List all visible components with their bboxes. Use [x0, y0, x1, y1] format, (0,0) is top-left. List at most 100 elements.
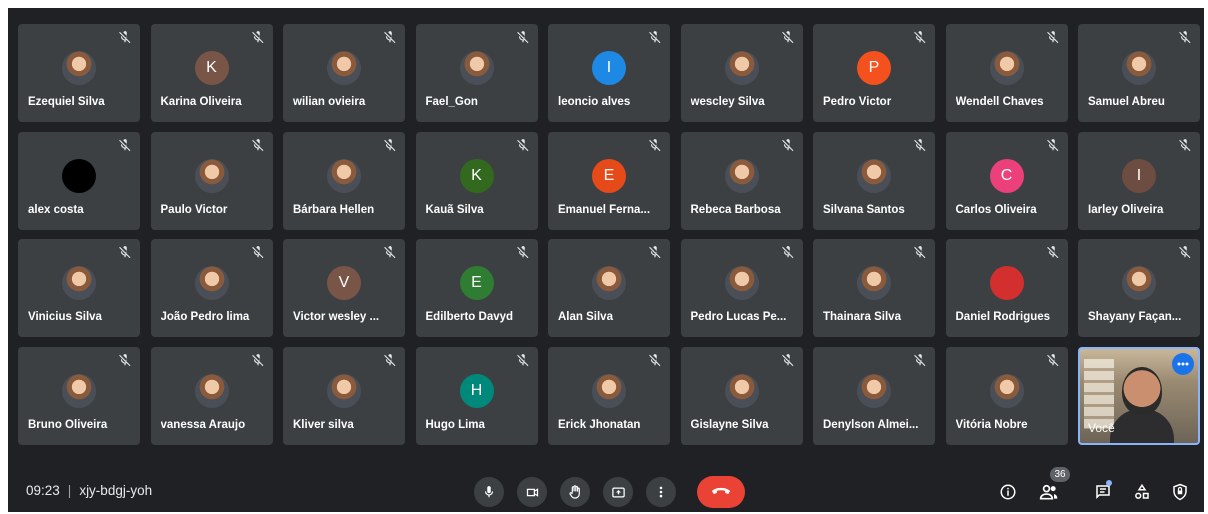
mic-off-icon: [1178, 138, 1192, 152]
participant-tile[interactable]: C Carlos Oliveira: [945, 131, 1068, 230]
mic-off-icon: [383, 30, 397, 44]
mic-off-icon: [1046, 138, 1060, 152]
mic-off-icon: [1046, 353, 1060, 367]
avatar: K: [194, 51, 229, 85]
participant-tile[interactable]: Bruno Oliveira: [18, 346, 140, 445]
participant-tile[interactable]: V Victor wesley ...: [283, 239, 405, 337]
participant-tile[interactable]: Paulo Victor: [150, 131, 273, 230]
participant-tile[interactable]: I Iarley Oliveira: [1078, 131, 1200, 230]
participant-tile[interactable]: vanessa Araujo: [150, 346, 273, 445]
avatar: [62, 373, 96, 408]
participant-name: Emanuel Ferna...: [558, 203, 651, 216]
mic-off-icon: [781, 245, 795, 259]
participant-name: Thainara Silva: [823, 311, 901, 323]
participant-name: Silvana Santos: [823, 203, 905, 216]
avatar: [194, 158, 229, 193]
mic-off-icon: [1046, 245, 1060, 259]
mic-off-icon: [251, 30, 265, 44]
participant-tile[interactable]: João Pedro lima: [150, 239, 273, 337]
mic-off-icon: [781, 138, 795, 152]
mic-off-icon: [251, 353, 265, 367]
info-button[interactable]: [996, 480, 1020, 504]
participant-tile[interactable]: Bárbara Hellen: [283, 131, 405, 230]
participant-tile[interactable]: Ezequiel Silva: [18, 24, 140, 122]
participant-name: Samuel Abreu: [1088, 96, 1165, 108]
participant-tile[interactable]: K Kauã Silva: [415, 131, 538, 230]
avatar: [592, 266, 626, 300]
raise-hand-button[interactable]: [560, 477, 590, 507]
more-options-button[interactable]: [646, 477, 676, 507]
more-options-icon: [1177, 362, 1189, 365]
participant-name: wilian ovieira: [293, 96, 366, 108]
participant-tile[interactable]: Vitória Nobre: [945, 346, 1068, 445]
participant-tile[interactable]: Kliver silva: [283, 346, 405, 445]
mic-off-icon: [781, 30, 795, 44]
participant-tile[interactable]: Ileoncio alves: [548, 24, 670, 122]
participant-name: Pedro Lucas Pe...: [690, 311, 787, 323]
avatar: [724, 51, 759, 85]
participant-tile[interactable]: Rebeca Barbosa: [680, 131, 803, 230]
avatar: P: [857, 51, 891, 85]
participant-tile[interactable]: Denylson Almei...: [813, 346, 935, 445]
avatar: I: [1122, 158, 1156, 193]
camera-button[interactable]: [517, 477, 547, 507]
mic-off-icon: [118, 245, 132, 259]
activities-button[interactable]: [1130, 480, 1154, 504]
participant-tile[interactable]: Samuel Abreu: [1078, 24, 1200, 122]
participant-name: alex costa: [28, 203, 84, 216]
present-button[interactable]: [603, 477, 633, 507]
avatar: [989, 266, 1024, 300]
mic-button[interactable]: [474, 477, 504, 507]
participant-tile[interactable]: alex costa: [18, 131, 140, 230]
participant-name: Shayany Façan...: [1088, 311, 1182, 323]
participant-tile[interactable]: E Edilberto Davyd: [415, 239, 538, 337]
meeting-time: 09:23: [26, 483, 60, 498]
participant-tile[interactable]: H Hugo Lima: [415, 346, 538, 445]
mic-off-icon: [1178, 245, 1192, 259]
mic-off-icon: [648, 353, 662, 367]
activities-icon: [1135, 483, 1149, 499]
avatar: [724, 158, 759, 193]
participant-tile[interactable]: wescley Silva: [680, 24, 803, 122]
participant-tile[interactable]: Silvana Santos: [813, 131, 935, 230]
people-button[interactable]: [1037, 480, 1061, 504]
self-video-tile[interactable]: Você: [1078, 346, 1200, 445]
participant-tile[interactable]: Pedro Lucas Pe...: [680, 239, 803, 337]
avatar: [327, 373, 361, 408]
participant-tile[interactable]: wilian ovieira: [283, 24, 405, 122]
participant-tile[interactable]: Alan Silva: [548, 239, 670, 337]
participant-tile[interactable]: Gislayne Silva: [680, 346, 803, 445]
mic-off-icon: [648, 30, 662, 44]
participant-tile[interactable]: E Emanuel Ferna...: [548, 131, 670, 230]
participant-tile[interactable]: Wendell Chaves: [945, 24, 1068, 122]
participant-tile[interactable]: Thainara Silva: [813, 239, 935, 337]
participant-grid: Ezequiel Silva K Karina Oliveira wilian ovi…: [18, 24, 1201, 445]
avatar: [989, 373, 1024, 408]
participant-name: Vitória Nobre: [955, 418, 1028, 431]
mic-off-icon: [648, 245, 662, 259]
host-controls-button[interactable]: [1168, 480, 1192, 504]
participant-name: Wendell Chaves: [955, 96, 1044, 108]
participant-name: Karina Oliveira: [160, 96, 242, 108]
participant-name: Rebeca Barbosa: [690, 203, 781, 216]
participant-tile[interactable]: P Pedro Victor: [813, 24, 935, 122]
bottom-bar: 09:23 | xjy-bdgj-yoh 36: [8, 467, 1204, 512]
mic-off-icon: [781, 353, 795, 367]
meeting-stage: Ezequiel Silva K Karina Oliveira wilian ovi…: [8, 8, 1204, 512]
mic-off-icon: [913, 30, 927, 44]
participant-tile[interactable]: Fael_Gon: [415, 24, 538, 122]
hangup-button[interactable]: [697, 476, 745, 508]
participant-name: leoncio alves: [558, 96, 631, 108]
participant-tile[interactable]: Vinicius Silva: [18, 239, 140, 337]
participant-tile[interactable]: Shayany Façan...: [1078, 239, 1200, 337]
mic-off-icon: [118, 30, 132, 44]
avatar: [989, 51, 1024, 85]
self-more-options-button[interactable]: [1172, 352, 1194, 375]
participant-name: wescley Silva: [690, 96, 765, 108]
participant-tile[interactable]: Daniel Rodrigues: [945, 239, 1068, 337]
participant-name: Victor wesley ...: [293, 311, 380, 323]
participant-tile[interactable]: Erick Jhonatan: [548, 346, 670, 445]
self-name: Você: [1088, 420, 1115, 435]
participant-name: Bruno Oliveira: [28, 418, 108, 431]
participant-tile[interactable]: K Karina Oliveira: [150, 24, 273, 122]
